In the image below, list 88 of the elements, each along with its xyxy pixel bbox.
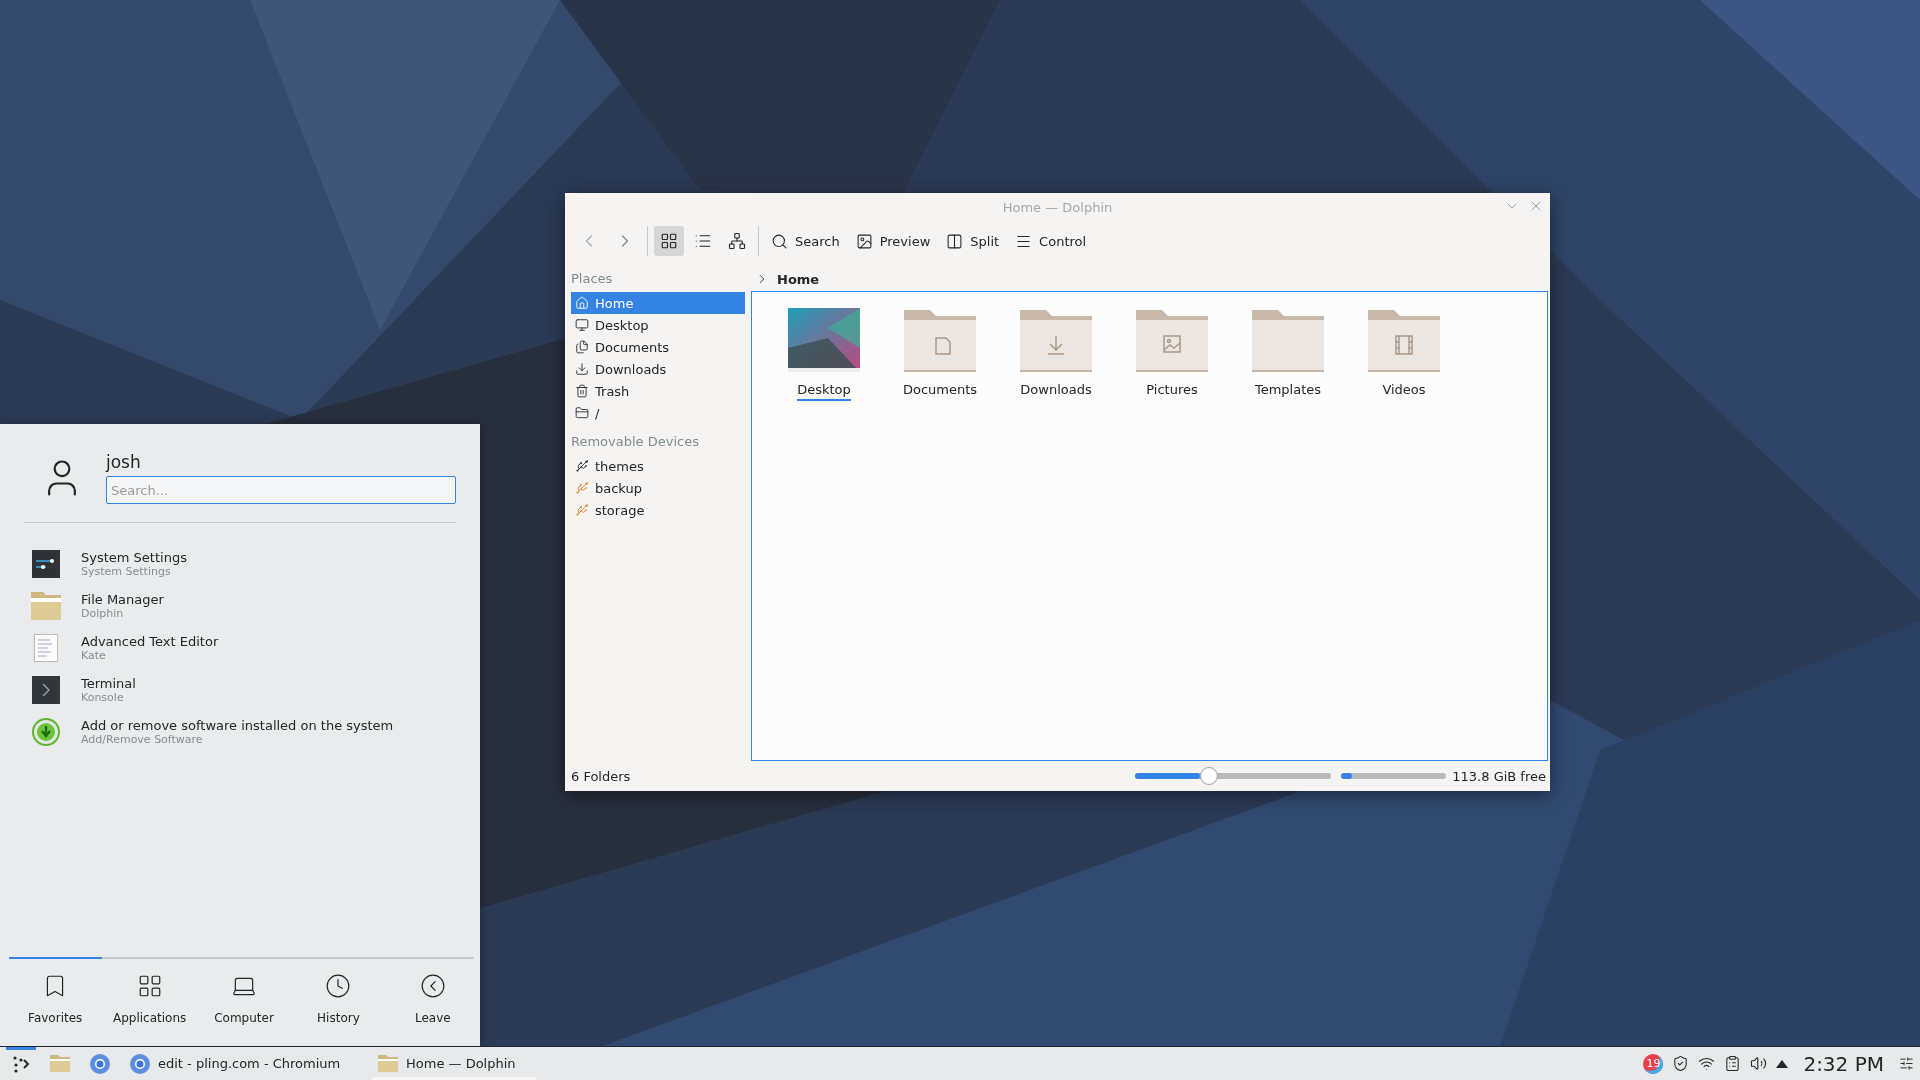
home-icon (575, 296, 589, 310)
status-text: 6 Folders (571, 768, 632, 784)
zoom-slider[interactable] (1135, 767, 1332, 785)
menu-tab[interactable]: Leave (385, 959, 481, 1039)
folder-label[interactable]: Downloads (1020, 382, 1092, 401)
toolbar-button[interactable]: Split (940, 226, 1006, 256)
app-name[interactable]: File Manager (81, 592, 164, 607)
clipboard-icon (1724, 1055, 1742, 1072)
folder-label[interactable]: Videos (1382, 382, 1426, 401)
places-item[interactable]: / (571, 402, 745, 424)
window-title: Home — Dolphin (1002, 199, 1113, 215)
user-name: josh (106, 452, 142, 472)
places-item[interactable]: Trash (571, 380, 745, 402)
download-app-icon (32, 718, 60, 746)
folder-pictures-icon (1136, 308, 1208, 372)
folder-videos-icon (1368, 308, 1440, 372)
app-description: System Settings (81, 565, 172, 578)
document-icon (575, 340, 589, 354)
app-description: Konsole (81, 691, 125, 704)
back-circle-icon (419, 973, 446, 999)
wifi-icon (1698, 1055, 1716, 1072)
toolbar-button[interactable]: Control (1009, 226, 1093, 256)
expand-tray-icon[interactable] (1776, 1059, 1789, 1068)
dots-launcher-icon (12, 1054, 30, 1073)
download-icon (575, 362, 589, 376)
free-space-text: 113.8 GiB free (1452, 768, 1546, 784)
globe-browser-icon (90, 1053, 110, 1074)
trash-icon (575, 384, 589, 398)
folder-label[interactable]: Desktop (797, 382, 851, 401)
drive-icon (575, 459, 589, 473)
places-item[interactable]: Desktop (571, 314, 745, 336)
toolbar-button[interactable]: Preview (849, 226, 937, 256)
folder-icon (378, 1055, 398, 1072)
shield-icon (1672, 1055, 1690, 1072)
folder-downloads-icon (1020, 308, 1092, 372)
image-icon (855, 232, 873, 250)
menu-tab[interactable]: Computer (196, 959, 292, 1039)
folder-label[interactable]: Templates (1254, 382, 1322, 401)
drive-warning-icon (575, 481, 589, 495)
app-description: Dolphin (81, 607, 125, 620)
breadcrumb[interactable]: Home (777, 271, 820, 287)
slider-thumb[interactable] (1199, 767, 1218, 785)
app-name[interactable]: Advanced Text Editor (81, 634, 219, 649)
search-field[interactable]: Search... (106, 476, 456, 504)
toolbar-button[interactable]: Search (765, 226, 846, 256)
places-heading: Removable Devices (571, 434, 700, 449)
task-button[interactable]: Home — Dolphin (372, 1047, 536, 1080)
clock[interactable]: 2:32 PM (1803, 1051, 1884, 1076)
places-item[interactable]: themes (571, 455, 745, 477)
app-name[interactable]: System Settings (81, 550, 187, 565)
folder-app-icon (31, 592, 61, 620)
task-button[interactable]: edit - pling.com - Chromium (124, 1047, 364, 1080)
sliders-app-icon (32, 550, 60, 578)
places-item[interactable]: Home (571, 292, 745, 314)
app-description: Kate (81, 649, 107, 662)
wallpaper-thumbnail (788, 308, 860, 372)
places-item[interactable]: storage (571, 499, 745, 521)
compact-view-icon (694, 232, 712, 250)
terminal-app-icon (32, 676, 60, 704)
clock-icon (325, 973, 352, 999)
panel-settings-icon (1899, 1056, 1914, 1071)
places-item[interactable]: Documents (571, 336, 745, 358)
folder-icon (1252, 308, 1324, 372)
view-mode-button[interactable] (654, 226, 684, 256)
app-description: Add/Remove Software (81, 733, 204, 746)
text-document-app-icon (34, 634, 58, 662)
places-item[interactable]: Downloads (571, 358, 745, 380)
places-item[interactable]: backup (571, 477, 745, 499)
tree-view-icon (728, 232, 746, 250)
globe-browser-icon (130, 1053, 150, 1074)
app-name[interactable]: Terminal (81, 676, 136, 691)
folder-icon (575, 406, 589, 420)
folder-label[interactable]: Pictures (1146, 382, 1198, 401)
menu-tab[interactable]: Applications (102, 959, 197, 1039)
notification-badge[interactable]: 19 (1643, 1053, 1664, 1074)
folder-documents-icon (904, 308, 976, 372)
split-icon (946, 232, 964, 250)
folder-label[interactable]: Documents (902, 382, 978, 401)
places-heading: Places (571, 271, 614, 286)
monitor-icon (575, 318, 589, 332)
drive-warning-icon (575, 503, 589, 517)
menu-tab[interactable]: History (291, 959, 386, 1039)
speaker-icon (1750, 1055, 1768, 1072)
menu-tab[interactable]: Favorites (8, 959, 103, 1039)
search-icon (771, 232, 788, 250)
folder-icon (50, 1055, 70, 1072)
app-name[interactable]: Add or remove software installed on the system (81, 718, 394, 733)
grid-view-icon (660, 232, 678, 250)
